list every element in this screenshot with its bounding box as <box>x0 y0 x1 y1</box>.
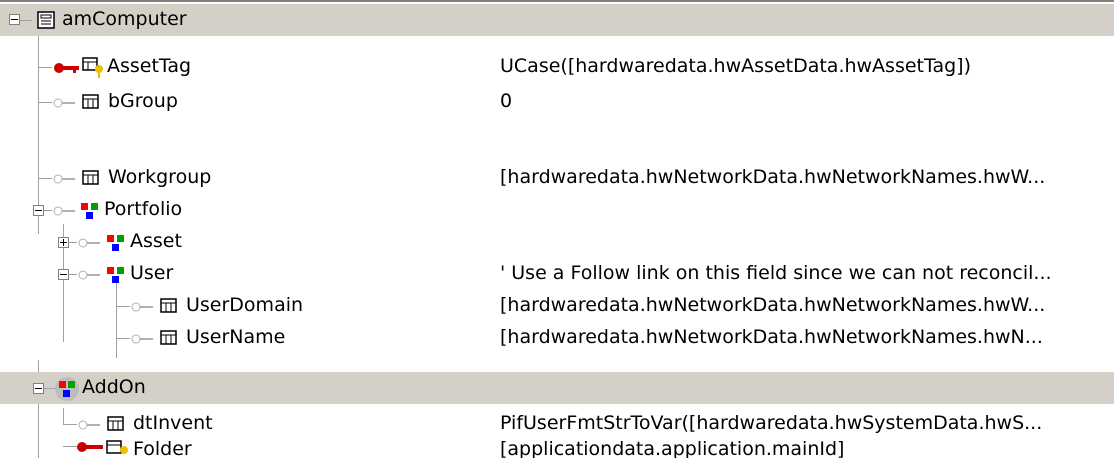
tree-row-dtinvent[interactable]: dtInvent PifUserFmtStrToVar([hardwaredat… <box>0 408 1114 440</box>
tree-node-label: dtInvent <box>133 412 213 434</box>
collapse-toggle[interactable] <box>58 269 69 280</box>
link-key-icon <box>53 174 75 184</box>
tree-branch-line <box>44 210 52 211</box>
tree-node-label: UserName <box>186 326 286 348</box>
primary-key-icon <box>54 63 79 73</box>
tree-branch-line <box>38 178 52 179</box>
tree-node-label: User <box>130 262 174 284</box>
tree-branch-line <box>38 102 52 103</box>
mapping-value: UCase([hardwaredata.hwAssetData.hwAssetT… <box>500 55 971 77</box>
mapping-value: [hardwaredata.hwNetworkData.hwNetworkNam… <box>500 166 1046 188</box>
mapping-value: 0 <box>500 90 513 112</box>
addon-link-icon <box>55 377 79 401</box>
tree-row-bgroup[interactable]: bGroup 0 <box>0 86 1114 118</box>
tree-node-label: Workgroup <box>108 166 212 188</box>
link-icon <box>81 203 98 219</box>
mapping-tree[interactable]: amComputer AssetTag UCase([hardwaredata.… <box>0 0 1114 458</box>
tree-row-addon[interactable]: AddOn <box>0 372 1114 404</box>
mapping-value: ' Use a Follow link on this field since … <box>500 262 1052 284</box>
tree-guide-line <box>63 408 64 424</box>
field-icon <box>160 330 177 345</box>
tree-branch-line <box>69 274 77 275</box>
tree-row-asset[interactable]: Asset <box>0 226 1114 258</box>
tree-node-label: AssetTag <box>107 55 192 77</box>
tree-row-folder[interactable]: Folder [applicationdata.application.main… <box>0 440 1114 458</box>
field-key-icon <box>106 440 128 454</box>
tree-row-workgroup[interactable]: Workgroup [hardwaredata.hwNetworkData.hw… <box>0 162 1114 194</box>
tree-row-assettag[interactable]: AssetTag UCase([hardwaredata.hwAssetData… <box>0 51 1114 83</box>
field-icon <box>82 170 99 185</box>
tree-branch-line <box>63 424 77 425</box>
tree-node-label: bGroup <box>108 90 178 112</box>
tree-node-label: Asset <box>130 230 182 252</box>
tree-branch-line <box>116 338 130 339</box>
link-key-icon <box>53 206 75 216</box>
field-icon <box>107 416 124 431</box>
mapping-value: PifUserFmtStrToVar([hardwaredata.hwSyste… <box>500 412 1043 434</box>
tree-node-label: amComputer <box>62 8 187 30</box>
link-key-icon <box>78 270 100 280</box>
field-key-icon <box>82 57 103 78</box>
field-icon <box>160 298 177 313</box>
primary-key-icon <box>77 442 103 452</box>
link-icon <box>107 267 124 283</box>
tree-row-user[interactable]: User ' Use a Follow link on this field s… <box>0 258 1114 290</box>
link-key-icon <box>53 98 75 108</box>
link-key-icon <box>78 420 100 430</box>
tree-branch-line <box>116 306 130 307</box>
collapse-toggle[interactable] <box>33 383 44 394</box>
mapping-value: [hardwaredata.hwNetworkData.hwNetworkNam… <box>500 294 1046 316</box>
tree-branch-line <box>69 242 77 243</box>
link-icon <box>107 235 124 251</box>
tree-row-amcomputer[interactable]: amComputer <box>0 4 1114 36</box>
mapping-value: [hardwaredata.hwNetworkData.hwNetworkNam… <box>500 326 1043 348</box>
tree-node-label: Folder <box>133 440 192 458</box>
expand-toggle[interactable] <box>58 237 69 248</box>
collapse-toggle[interactable] <box>33 205 44 216</box>
tree-row-username[interactable]: UserName [hardwaredata.hwNetworkData.hwN… <box>0 322 1114 354</box>
tree-branch-line <box>20 20 32 21</box>
link-key-icon <box>131 334 153 344</box>
tree-row-userdomain[interactable]: UserDomain [hardwaredata.hwNetworkData.h… <box>0 290 1114 322</box>
tree-row-portfolio[interactable]: Portfolio <box>0 194 1114 226</box>
tree-node-label: AddOn <box>82 376 146 398</box>
tree-node-label: UserDomain <box>186 294 304 316</box>
tree-node-label: Portfolio <box>104 198 183 220</box>
link-key-icon <box>131 302 153 312</box>
field-icon <box>82 94 99 109</box>
tree-branch-line <box>38 67 52 68</box>
collapse-toggle[interactable] <box>9 14 20 25</box>
table-icon <box>37 11 55 29</box>
mapping-value: [applicationdata.application.mainId] <box>500 440 845 458</box>
link-key-icon <box>78 238 100 248</box>
